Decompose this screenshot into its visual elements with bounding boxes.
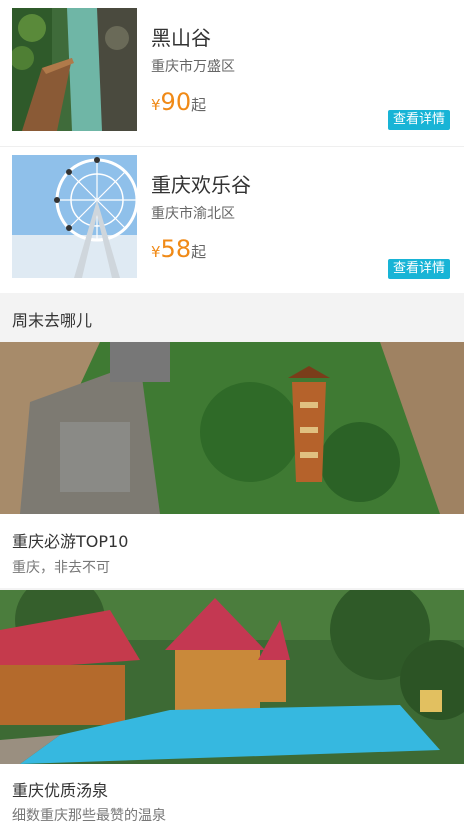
section-title: 周末去哪儿 [12,311,93,330]
spot-name[interactable]: 黑山谷 [151,22,211,51]
card-image-city-aerial[interactable] [0,342,464,514]
spot-price: ¥90起 [151,88,206,116]
spot-thumbnail-canyon[interactable] [12,8,137,131]
price-suffix: 起 [191,243,207,261]
price-value: 58 [160,235,192,263]
card-subtitle: 细数重庆那些最赞的温泉 [12,808,166,824]
card-image-hot-spring[interactable] [0,590,464,764]
card-title[interactable]: 重庆优质汤泉 [12,777,108,801]
view-details-button[interactable]: 查看详情 [387,110,450,130]
spot-price: ¥58起 [151,235,206,263]
spot-item[interactable]: 重庆欢乐谷 重庆市渝北区 ¥58起 查看详情 [0,147,464,294]
price-suffix: 起 [191,96,207,114]
spot-location: 重庆市万盛区 [151,59,235,75]
currency-symbol: ¥ [151,243,161,261]
price-value: 90 [160,88,192,116]
card-title[interactable]: 重庆必游TOP10 [12,528,128,552]
view-details-button[interactable]: 查看详情 [387,259,450,279]
section-header: 周末去哪儿 [0,293,464,342]
currency-symbol: ¥ [151,96,161,114]
spot-location: 重庆市渝北区 [151,206,235,222]
spot-item[interactable]: 黑山谷 重庆市万盛区 ¥90起 查看详情 [0,0,464,147]
spot-name[interactable]: 重庆欢乐谷 [151,169,251,198]
card-subtitle: 重庆，非去不可 [12,560,110,576]
spot-thumbnail-ferris-wheel[interactable] [12,155,137,278]
